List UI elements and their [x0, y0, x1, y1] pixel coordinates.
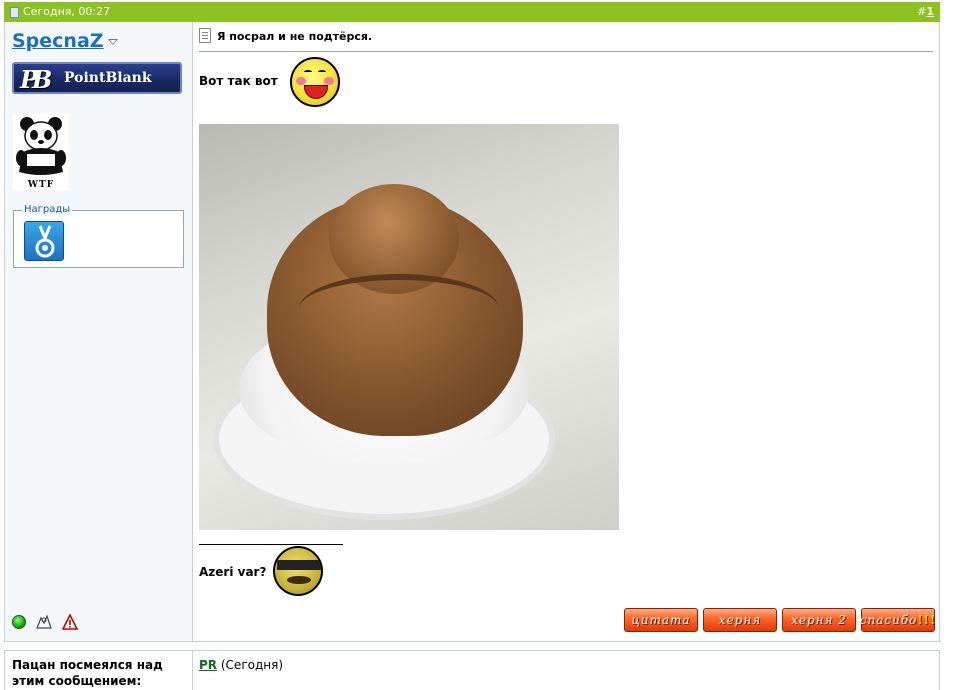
thanks-users: PR (Сегодня): [199, 658, 283, 672]
post-body: SpecnaZ PB PointBlank WTF Награды Я поср…: [4, 22, 940, 642]
thanks-user-link[interactable]: PR: [199, 658, 217, 672]
rank-text: PointBlank: [64, 70, 152, 86]
post-action-buttons: цитата херня херня 2 спасибо!!!: [624, 608, 935, 632]
avatar: WTF: [13, 114, 69, 190]
thanks-time: (Сегодня): [220, 658, 284, 672]
reputation-icon[interactable]: [35, 614, 53, 630]
post-header: Сегодня, 00:27 #1: [4, 2, 940, 22]
post-number-prefix: #: [917, 5, 927, 18]
thanks-row-label: Пацан посмеялся над этим сообщением:: [5, 651, 193, 690]
xernya2-number: 2: [838, 613, 847, 627]
avatar-caption: WTF: [27, 180, 55, 190]
post-title-text: Я посрал и не подтёрся.: [217, 30, 373, 43]
xernya-button[interactable]: херня: [703, 608, 777, 632]
post-date-text: Сегодня, 00:27: [23, 5, 111, 18]
post-title: Я посрал и не подтёрся.: [199, 28, 933, 52]
laughing-smiley-icon: [290, 57, 340, 107]
thanks-label: спасибо: [859, 613, 918, 627]
user-info-column: SpecnaZ PB PointBlank WTF Награды: [5, 22, 193, 641]
quote-button[interactable]: цитата: [624, 608, 698, 632]
online-status-icon: [12, 615, 26, 629]
xernya2-label: херня: [791, 613, 834, 627]
message-column: Я посрал и не подтёрся. Вот так вот Azer…: [194, 22, 940, 641]
signature-separator: [199, 544, 343, 545]
user-menu-arrow-icon[interactable]: [108, 39, 118, 45]
thanks-row: Пацан посмеялся над этим сообщением: PR …: [4, 650, 940, 690]
thanks-exclaim: !!!: [917, 613, 937, 627]
message-text-line1: Вот так вот: [199, 74, 278, 88]
masked-smiley-icon: [273, 546, 323, 596]
report-warning-icon[interactable]: [62, 614, 78, 630]
xernya2-button[interactable]: херня 2: [782, 608, 856, 632]
medal-icon: [35, 225, 55, 258]
pointblank-logo-icon: PB: [20, 65, 52, 94]
post-number: #1: [917, 2, 934, 22]
post-title-icon: [199, 28, 211, 43]
award-medal-icon[interactable]: [24, 221, 64, 261]
thanks-button[interactable]: спасибо!!!: [859, 608, 937, 632]
signature-text: Azeri var?: [199, 565, 267, 579]
awards-box: Награды: [13, 204, 184, 268]
post-date-icon: [10, 6, 19, 18]
post-number-link[interactable]: 1: [926, 5, 934, 18]
rank-banner: PB PointBlank: [12, 62, 182, 94]
username-link[interactable]: SpecnaZ: [12, 30, 104, 52]
panda-avatar-icon: [16, 117, 66, 175]
post-image[interactable]: [199, 124, 619, 530]
awards-legend: Награды: [22, 204, 73, 216]
status-icons: [12, 614, 78, 630]
post-date: Сегодня, 00:27: [10, 2, 110, 22]
